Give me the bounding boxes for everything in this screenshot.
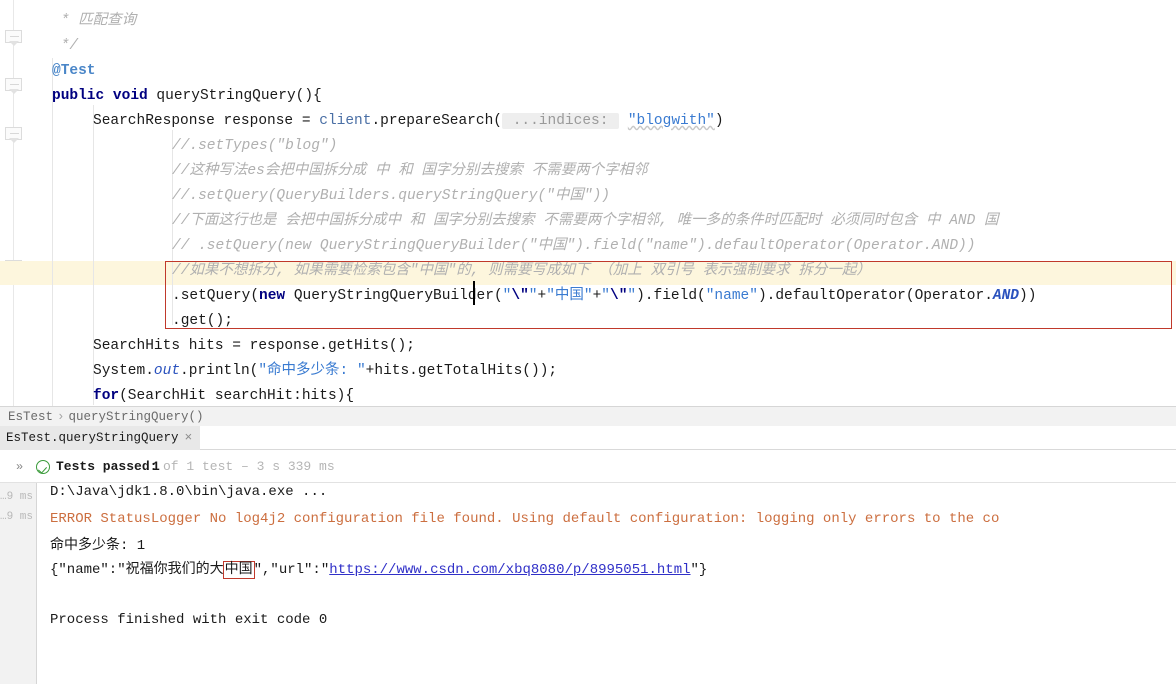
code-token: //如果不想拆分, 如果需要检索包含"中国"的, 则需要写成如下 （加上 双引号… bbox=[172, 263, 871, 279]
code-token: " bbox=[601, 288, 610, 304]
text-caret bbox=[473, 281, 475, 305]
code-token: )) bbox=[1019, 288, 1037, 304]
code-line[interactable]: * 匹配查询 bbox=[0, 9, 1176, 34]
code-token: AND bbox=[992, 288, 1020, 304]
console-text: ERROR StatusLogger No log4j2 configurati… bbox=[50, 511, 1000, 527]
tests-detail: of 1 test – 3 s 339 ms bbox=[163, 459, 335, 474]
breadcrumb-class[interactable]: EsTest bbox=[8, 410, 53, 424]
console-divider bbox=[36, 483, 37, 684]
code-line[interactable]: .setQuery(new QueryStringQueryBuilder("\… bbox=[0, 284, 1176, 309]
code-line[interactable]: SearchResponse response = client.prepare… bbox=[0, 109, 1176, 134]
code-token: @Test bbox=[52, 63, 96, 79]
code-token: .prepareSearch( bbox=[371, 113, 502, 129]
code-line[interactable]: //下面这行也是 会把中国拆分成中 和 国字分别去搜索 不需要两个字相邻, 唯一… bbox=[0, 209, 1176, 234]
console-text: D:\Java\jdk1.8.0\bin\java.exe ... bbox=[50, 484, 328, 500]
tests-passed-count: 1 bbox=[152, 459, 160, 474]
console-text: 命中多少条: 1 bbox=[50, 538, 146, 554]
code-token: new bbox=[259, 288, 286, 304]
code-token: + bbox=[537, 288, 547, 304]
console-text: {"name":"祝福你我们的大 bbox=[50, 562, 224, 578]
code-token: + bbox=[592, 288, 602, 304]
code-token: * 匹配查询 bbox=[52, 13, 137, 29]
code-token: +hits.getTotalHits()); bbox=[365, 363, 558, 379]
code-editor[interactable]: * 匹配查询 */ @Test public void queryStringQue… bbox=[0, 0, 1176, 406]
code-token: //这种写法es会把中国拆分成 中 和 国字分别去搜索 不需要两个字相邻 bbox=[172, 163, 648, 179]
breadcrumb[interactable]: EsTest › queryStringQuery() bbox=[0, 406, 1176, 426]
check-circle-icon bbox=[36, 460, 50, 474]
code-token: \" bbox=[610, 288, 628, 304]
code-token: ).defaultOperator(Operator. bbox=[757, 288, 993, 304]
code-token: // .setQuery(new QueryStringQueryBuilder… bbox=[172, 238, 976, 254]
code-line[interactable]: for(SearchHit searchHit:hits){ bbox=[0, 384, 1176, 406]
code-token: .setQuery( bbox=[172, 288, 260, 304]
code-token: client bbox=[319, 113, 372, 129]
code-token: out bbox=[153, 363, 181, 379]
code-line[interactable]: //这种写法es会把中国拆分成 中 和 国字分别去搜索 不需要两个字相邻 bbox=[0, 159, 1176, 184]
console-hyperlink[interactable]: https://www.csdn.com/xbq8080/p/8995051.h… bbox=[329, 562, 690, 578]
breadcrumb-separator: › bbox=[57, 410, 65, 424]
code-token: \" bbox=[511, 288, 529, 304]
code-token: "blogwith" bbox=[627, 113, 715, 129]
code-token: */ bbox=[52, 38, 79, 54]
code-line[interactable]: // .setQuery(new QueryStringQueryBuilder… bbox=[0, 234, 1176, 259]
code-token: System. bbox=[93, 363, 154, 379]
code-line[interactable]: //.setQuery(QueryBuilders.queryStringQue… bbox=[0, 184, 1176, 209]
code-line[interactable]: //如果不想拆分, 如果需要检索包含"中国"的, 则需要写成如下 （加上 双引号… bbox=[0, 259, 1176, 284]
console-timestamp: …9 ms bbox=[0, 491, 34, 503]
code-token: void bbox=[112, 88, 148, 104]
ide-window: * 匹配查询 */ @Test public void queryStringQue… bbox=[0, 0, 1176, 684]
run-tool-tab-bar: EsTest.queryStringQuery × bbox=[0, 426, 1176, 450]
code-token: "命中多少条: " bbox=[258, 363, 366, 379]
code-token: public bbox=[52, 88, 105, 104]
console-line: ERROR StatusLogger No log4j2 configurati… bbox=[50, 509, 999, 529]
code-line[interactable]: //.setTypes("blog") bbox=[0, 134, 1176, 159]
code-line[interactable]: SearchHits hits = response.getHits(); bbox=[0, 334, 1176, 359]
expand-chevron-icon[interactable]: » bbox=[16, 451, 23, 483]
console-line: {"name":"祝福你我们的大中国","url":"https://www.c… bbox=[50, 560, 707, 580]
console-line: Process finished with exit code 0 bbox=[50, 610, 327, 630]
run-tab-label: EsTest.queryStringQuery bbox=[6, 431, 179, 445]
code-token: //.setTypes("blog") bbox=[172, 138, 338, 154]
console-line: D:\Java\jdk1.8.0\bin\java.exe ... bbox=[50, 483, 327, 502]
code-token: .println( bbox=[180, 363, 259, 379]
run-tab-estest-querystringquery[interactable]: EsTest.queryStringQuery × bbox=[0, 426, 201, 450]
console-timestamp: …9 ms bbox=[0, 511, 34, 523]
code-token: ) bbox=[714, 113, 724, 129]
test-status-bar: » Tests passed: 1 of 1 test – 3 s 339 ms bbox=[0, 451, 1176, 483]
code-token: "name" bbox=[705, 288, 758, 304]
console-text: ","url":" bbox=[253, 562, 330, 578]
tests-passed-label: Tests passed: bbox=[56, 459, 158, 474]
code-token: queryStringQuery(){ bbox=[147, 88, 322, 104]
code-token: (SearchHit searchHit:hits){ bbox=[119, 388, 355, 404]
code-token: ).field( bbox=[636, 288, 706, 304]
code-token: //.setQuery(QueryBuilders.queryStringQue… bbox=[172, 188, 610, 204]
code-token: QueryStringQueryBuilder( bbox=[285, 288, 503, 304]
console-text: "} bbox=[690, 562, 708, 578]
console-text: Process finished with exit code 0 bbox=[50, 612, 328, 628]
code-token: "中国" bbox=[546, 288, 593, 304]
code-line[interactable]: .get(); bbox=[0, 309, 1176, 334]
highlighted-match: 中国 bbox=[222, 561, 255, 579]
code-token: for bbox=[93, 388, 120, 404]
code-line[interactable]: System.out.println("命中多少条: "+hits.getTot… bbox=[0, 359, 1176, 384]
code-token: SearchHits hits = response.getHits(); bbox=[93, 338, 415, 354]
code-line[interactable]: public void queryStringQuery(){ bbox=[0, 84, 1176, 109]
code-token: SearchResponse response = bbox=[93, 113, 320, 129]
code-token: .get(); bbox=[172, 313, 233, 329]
console-output[interactable]: …9 ms …9 ms D:\Java\jdk1.8.0\bin\java.exe… bbox=[0, 483, 1176, 684]
code-line[interactable]: @Test bbox=[0, 59, 1176, 84]
console-line: 命中多少条: 1 bbox=[50, 536, 145, 556]
close-icon[interactable]: × bbox=[179, 430, 193, 445]
breadcrumb-method[interactable]: queryStringQuery() bbox=[69, 410, 204, 424]
console-gutter: …9 ms …9 ms bbox=[0, 483, 36, 684]
code-token: //下面这行也是 会把中国拆分成中 和 国字分别去搜索 不需要两个字相邻, 唯一… bbox=[172, 213, 999, 229]
code-token: " bbox=[627, 288, 637, 304]
code-line[interactable]: */ bbox=[0, 34, 1176, 59]
code-token: ...indices: bbox=[502, 113, 620, 129]
